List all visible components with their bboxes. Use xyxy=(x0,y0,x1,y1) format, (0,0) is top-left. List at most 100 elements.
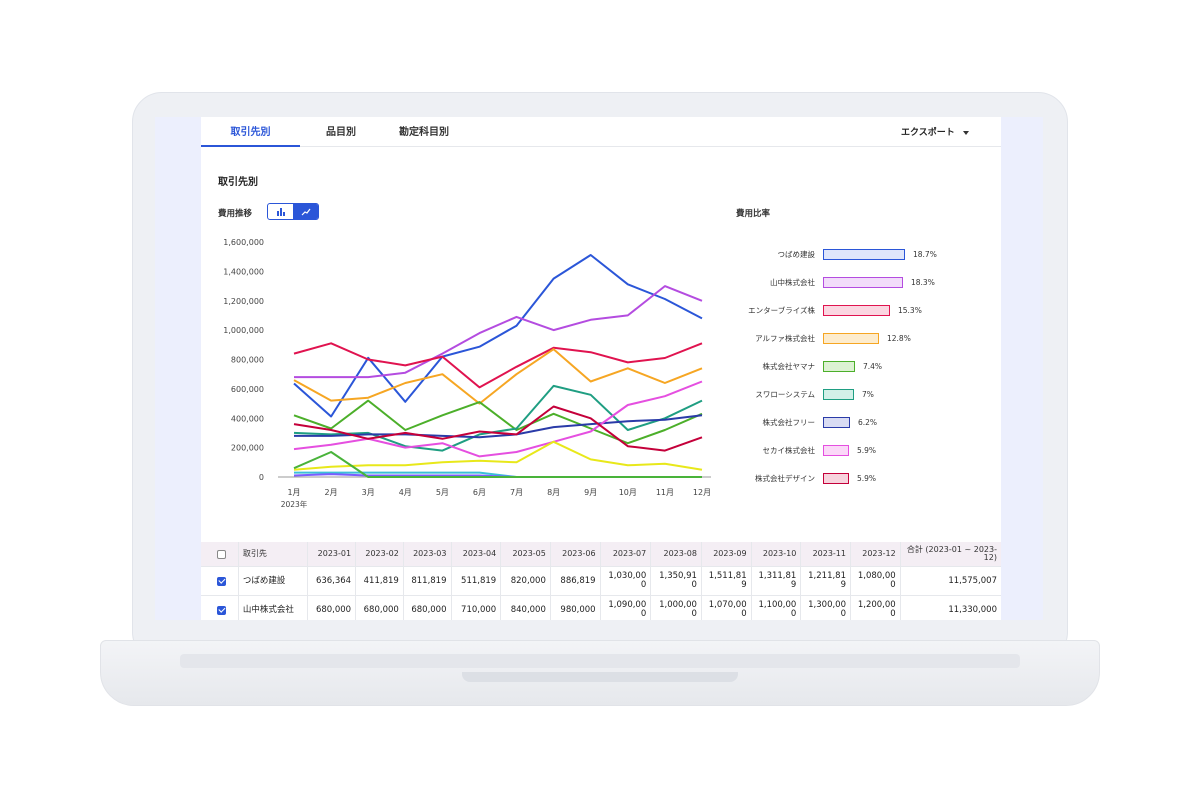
amount-cell: 1,200,000 xyxy=(851,596,901,620)
x-tick-label: 3月 xyxy=(362,488,375,497)
line-chart-icon xyxy=(301,208,310,215)
x-tick-label: 7月 xyxy=(510,488,523,497)
amount-cell: 1,080,000 xyxy=(851,567,901,595)
x-tick-label: 11月 xyxy=(656,488,674,497)
amount-cell: 1,100,000 xyxy=(752,596,802,620)
column-header[interactable]: 2023-05 xyxy=(501,542,551,566)
partner-name: つばめ建設 xyxy=(239,567,309,595)
amount-cell: 636,364 xyxy=(308,567,357,595)
y-tick-label: 600,000 xyxy=(231,385,264,394)
column-header[interactable]: 2023-02 xyxy=(356,542,404,566)
trend-label: 費用推移 xyxy=(218,209,253,219)
column-header[interactable]: 2023-11 xyxy=(801,542,851,566)
trackpad-notch xyxy=(462,672,738,682)
column-header[interactable]: 2023-04 xyxy=(452,542,502,566)
table-header-row: 取引先 2023-01 2023-02 2023-03 2023-04 2023-05 20… xyxy=(201,542,1001,567)
table-row: 山中株式会社 680,000 680,000 680,000 710,000 840,00… xyxy=(201,596,1001,620)
export-dropdown[interactable]: エクスポート xyxy=(901,125,969,138)
series-line xyxy=(294,285,703,379)
y-tick-label: 0 xyxy=(259,473,264,482)
column-header[interactable]: 2023-06 xyxy=(551,542,601,566)
ratio-name: 株式会社ヤマナ xyxy=(762,362,816,371)
amount-cell: 11,575,007 xyxy=(948,575,997,586)
x-tick-label: 10月 xyxy=(619,488,637,497)
y-tick-label: 1,200,000 xyxy=(223,297,264,306)
row-select-cell[interactable] xyxy=(201,596,239,620)
row-select-cell[interactable] xyxy=(201,567,239,595)
amount-cell: 11,330,000 xyxy=(948,604,997,615)
select-all-checkbox[interactable] xyxy=(217,549,226,559)
tab-bar: 取引先別 品目別 勘定科目別 エクスポート xyxy=(201,117,1001,147)
x-tick-label: 1月 xyxy=(287,488,300,497)
series-line xyxy=(293,380,703,458)
amount-cell: 1,311,819 xyxy=(752,567,802,595)
amount-cell: 811,819 xyxy=(404,567,452,595)
column-header[interactable]: 2023-09 xyxy=(702,542,752,566)
amount-cell: 1,030,000 xyxy=(601,567,652,595)
ratio-bar xyxy=(823,277,903,288)
ratio-name: つばめ建設 xyxy=(777,250,816,259)
amount-cell: 980,000 xyxy=(551,596,601,620)
ratio-name: 山中株式会社 xyxy=(770,278,815,287)
x-tick-label: 9月 xyxy=(584,488,597,497)
x-tick-label: 5月 xyxy=(436,488,449,497)
ratio-name: スワローシステム xyxy=(755,390,815,399)
chart-view-toggle xyxy=(267,203,319,220)
ratio-name: 株式会社フリー xyxy=(762,418,816,427)
column-header[interactable]: 2023-08 xyxy=(651,542,702,566)
amount-cell: 886,819 xyxy=(551,567,601,595)
amount-cell: 1,211,819 xyxy=(801,567,851,595)
export-label: エクスポート xyxy=(901,128,955,138)
tab-partner[interactable]: 取引先別 xyxy=(201,117,300,147)
ratio-percent: 5.9% xyxy=(857,474,877,483)
ratio-bar xyxy=(823,361,855,372)
tab-item[interactable]: 品目別 xyxy=(311,117,371,147)
keyboard-strip xyxy=(180,654,1020,668)
partner-name: 山中株式会社 xyxy=(239,596,309,620)
column-header[interactable]: 取引先 xyxy=(239,542,309,566)
row-checkbox[interactable] xyxy=(217,576,226,586)
x-tick-label: 4月 xyxy=(399,488,412,497)
ratio-bar xyxy=(823,333,879,344)
column-header[interactable]: 2023-03 xyxy=(404,542,452,566)
ratio-percent: 18.7% xyxy=(913,250,937,259)
bar-chart-toggle[interactable] xyxy=(268,204,293,219)
expense-trend-chart: 0 200,000 400,000 600,000 800,000 1,000,000 1,… xyxy=(223,238,711,509)
bar-chart-icon xyxy=(276,208,285,216)
ratio-name: 株式会社デザイン xyxy=(755,474,815,483)
amount-cell: 1,000,000 xyxy=(651,596,702,620)
series-line xyxy=(293,440,703,471)
ratio-label: 費用比率 xyxy=(736,209,771,219)
ratio-percent: 5.9% xyxy=(857,446,877,455)
amount-cell: 1,300,000 xyxy=(801,596,851,620)
ratio-percent: 18.3% xyxy=(911,278,935,287)
x-tick-label: 12月 xyxy=(693,488,711,497)
amount-cell: 680,000 xyxy=(308,596,357,620)
ratio-percent: 12.8% xyxy=(887,334,911,343)
ratio-percent: 7.4% xyxy=(863,362,883,371)
amount-cell: 840,000 xyxy=(501,596,551,620)
amount-cell: 1,070,000 xyxy=(702,596,752,620)
column-header[interactable]: 合計 (2023-01 ~ 2023-12) xyxy=(901,542,1001,566)
y-tick-label: 1,600,000 xyxy=(223,238,264,247)
y-tick-label: 1,400,000 xyxy=(223,267,264,276)
ratio-percent: 7% xyxy=(862,390,874,399)
tab-account[interactable]: 勘定科目別 xyxy=(387,117,461,147)
select-all-cell[interactable] xyxy=(201,542,239,566)
column-header[interactable]: 2023-01 xyxy=(308,542,357,566)
series-line xyxy=(293,254,703,418)
amount-cell: 680,000 xyxy=(404,596,452,620)
x-axis-year-label: 2023年 xyxy=(281,499,308,509)
line-chart-toggle[interactable] xyxy=(293,204,318,219)
column-header[interactable]: 2023-07 xyxy=(601,542,652,566)
ratio-bar xyxy=(823,305,890,316)
ratio-name: アルファ株式会社 xyxy=(755,334,815,343)
amount-cell: 680,000 xyxy=(356,596,404,620)
amount-cell: 710,000 xyxy=(452,596,502,620)
column-header[interactable]: 2023-12 xyxy=(851,542,901,566)
column-header[interactable]: 2023-10 xyxy=(752,542,802,566)
ratio-bar xyxy=(823,473,849,484)
y-tick-label: 400,000 xyxy=(231,414,264,423)
row-checkbox[interactable] xyxy=(217,605,226,615)
amount-cell: 511,819 xyxy=(452,567,502,595)
